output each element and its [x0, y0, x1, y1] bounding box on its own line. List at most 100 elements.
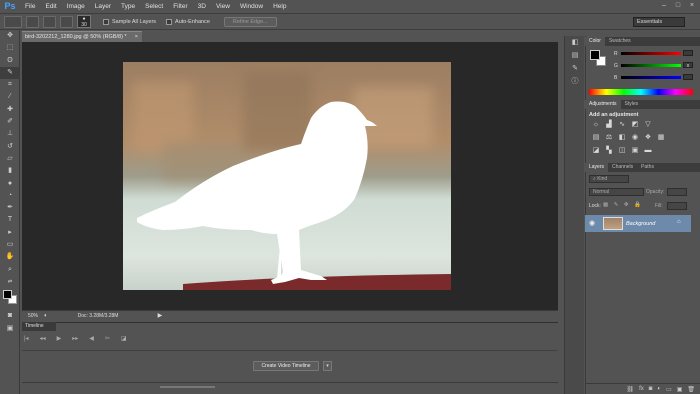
panel-foreground-swatch[interactable] — [590, 50, 600, 60]
threshold-icon[interactable]: ◫ — [618, 147, 626, 155]
tab-styles[interactable]: Styles — [621, 100, 643, 109]
lasso-tool-icon[interactable]: ʘ — [0, 55, 20, 67]
swap-colors-icon[interactable]: ⇄ — [0, 276, 20, 288]
invert-icon[interactable]: ◪ — [592, 147, 600, 155]
quick-selection-tool-icon[interactable]: ✎ — [0, 66, 20, 80]
layer-visibility-eye-icon[interactable]: ◉ — [589, 219, 595, 227]
type-tool-icon[interactable]: T — [0, 214, 20, 226]
color-lookup-icon[interactable]: ▦ — [657, 134, 665, 142]
crop-tool-icon[interactable]: ⌗ — [0, 79, 20, 91]
info-panel-icon[interactable]: ⓘ — [565, 75, 585, 88]
black-white-icon[interactable]: ◧ — [618, 134, 626, 142]
posterize-icon[interactable]: ▚ — [605, 147, 613, 155]
healing-brush-tool-icon[interactable]: ✚ — [0, 104, 20, 116]
red-slider[interactable]: R — [614, 50, 694, 57]
new-group-icon[interactable]: ▭ — [666, 386, 672, 393]
pen-tool-icon[interactable]: ✒ — [0, 202, 20, 214]
next-frame-icon[interactable]: ▸▸ — [72, 335, 78, 342]
tab-adjustments[interactable]: Adjustments — [585, 100, 621, 109]
path-selection-tool-icon[interactable]: ▸ — [0, 227, 20, 239]
menu-edit[interactable]: Edit — [40, 0, 61, 13]
status-menu-arrow-icon[interactable]: ▶ — [158, 312, 163, 319]
auto-enhance-option[interactable]: Auto-Enhance — [166, 18, 210, 25]
rectangle-tool-icon[interactable]: ▭ — [0, 239, 20, 251]
tab-paths[interactable]: Paths — [637, 163, 658, 172]
clone-stamp-tool-icon[interactable]: ⊥ — [0, 128, 20, 140]
selective-color-icon[interactable]: ▣ — [631, 147, 639, 155]
timeline-tab[interactable]: Timeline — [22, 322, 56, 331]
menu-view[interactable]: View — [211, 0, 235, 13]
brush-size-picker[interactable]: ● 30 — [77, 15, 91, 28]
blur-tool-icon[interactable]: ● — [0, 178, 20, 190]
document-tab[interactable]: bird-3202212_1280.jpg @ 50% (RGB/8) * × — [22, 31, 142, 42]
brightness-contrast-icon[interactable]: ☼ — [592, 121, 600, 129]
create-video-timeline-button[interactable]: Create Video Timeline — [253, 361, 319, 371]
curves-icon[interactable]: ∿ — [618, 121, 626, 129]
brush-panel-icon[interactable]: ✎ — [565, 62, 585, 75]
add-to-selection-icon[interactable] — [43, 15, 56, 28]
close-button[interactable]: × — [688, 2, 696, 10]
auto-enhance-checkbox[interactable] — [166, 18, 173, 25]
photo-filter-icon[interactable]: ◉ — [631, 134, 639, 142]
tab-layers[interactable]: Layers — [585, 163, 609, 172]
gradient-map-icon[interactable]: ▬ — [644, 147, 652, 155]
fill-field[interactable] — [667, 202, 687, 210]
document-image[interactable] — [123, 62, 451, 290]
menu-help[interactable]: Help — [268, 0, 291, 13]
link-layers-icon[interactable]: ⛓ — [626, 386, 634, 393]
quick-mask-icon[interactable]: ◙ — [0, 310, 20, 322]
audio-icon[interactable]: ◀ — [89, 335, 94, 342]
properties-panel-icon[interactable]: ▤ — [565, 49, 585, 62]
opacity-field[interactable] — [667, 188, 687, 196]
screen-mode-icon[interactable]: ▣ — [0, 323, 20, 335]
new-selection-brush-icon[interactable] — [26, 15, 39, 28]
sample-all-layers-option[interactable]: Sample All Layers — [103, 18, 156, 25]
history-panel-icon[interactable]: ◧ — [565, 36, 585, 49]
new-adjustment-layer-icon[interactable]: ◐ — [657, 386, 661, 392]
blue-slider[interactable]: B — [614, 74, 694, 81]
color-balance-icon[interactable]: ⚖ — [605, 134, 613, 142]
split-icon[interactable]: ✂ — [105, 335, 110, 342]
tab-color[interactable]: Color — [585, 37, 605, 46]
tab-channels[interactable]: Channels — [608, 163, 637, 172]
move-tool-icon[interactable]: ✥ — [0, 30, 20, 42]
tool-preset-picker[interactable] — [4, 15, 22, 28]
blend-mode-dropdown[interactable]: Normal — [589, 188, 644, 196]
layer-name[interactable]: Background — [626, 221, 655, 227]
sample-all-layers-checkbox[interactable] — [103, 18, 109, 25]
layer-style-icon[interactable]: fx — [639, 386, 644, 392]
hand-tool-icon[interactable]: ✋ — [0, 251, 20, 263]
go-to-first-frame-icon[interactable]: |◂ — [24, 335, 29, 342]
previous-frame-icon[interactable]: ◂◂ — [40, 335, 46, 342]
play-icon[interactable]: ▶ — [57, 335, 62, 342]
delete-layer-icon[interactable]: 🗑 — [687, 386, 695, 393]
transition-icon[interactable]: ◪ — [121, 335, 127, 342]
green-slider[interactable]: G 0 — [614, 62, 694, 69]
levels-icon[interactable]: ▟ — [605, 121, 613, 129]
menu-layer[interactable]: Layer — [90, 0, 116, 13]
foreground-color-swatch[interactable] — [3, 290, 12, 300]
refine-edge-button[interactable]: Refine Edge... — [223, 16, 277, 27]
layer-filter-dropdown[interactable]: ⌕ Kind — [589, 175, 629, 183]
gradient-tool-icon[interactable]: ▮ — [0, 165, 20, 177]
document-size[interactable]: Doc: 3.28M/3.28M — [78, 313, 158, 319]
foreground-background-colors[interactable] — [0, 288, 20, 310]
menu-type[interactable]: Type — [116, 0, 140, 13]
menu-filter[interactable]: Filter — [168, 0, 192, 13]
zoom-level[interactable]: 50% — [22, 313, 44, 319]
subtract-from-selection-icon[interactable] — [60, 15, 73, 28]
vibrance-icon[interactable]: ▽ — [644, 121, 652, 129]
minimize-button[interactable]: – — [660, 2, 668, 10]
new-layer-icon[interactable]: ▣ — [677, 386, 683, 393]
history-brush-tool-icon[interactable]: ↺ — [0, 141, 20, 153]
zoom-tool-icon[interactable]: ⌕ — [0, 264, 20, 276]
create-timeline-dropdown-icon[interactable]: ▾ — [323, 361, 332, 371]
hue-saturation-icon[interactable]: ▤ — [592, 134, 600, 142]
menu-select[interactable]: Select — [140, 0, 168, 13]
tab-swatches[interactable]: Swatches — [605, 37, 635, 46]
workspace-dropdown[interactable]: Essentials — [633, 17, 685, 27]
menu-3d[interactable]: 3D — [193, 0, 211, 13]
dodge-tool-icon[interactable]: ◔ — [0, 190, 20, 202]
menu-file[interactable]: File — [20, 0, 40, 13]
maximize-button[interactable]: □ — [674, 2, 682, 10]
